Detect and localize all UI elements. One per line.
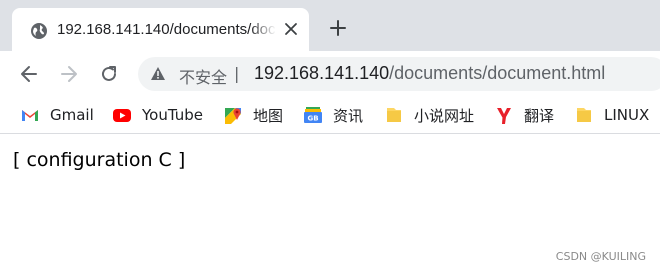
folder-icon bbox=[577, 108, 591, 122]
folder-icon bbox=[387, 108, 401, 122]
bookmark-label: 资讯 bbox=[333, 106, 364, 125]
back-arrow-icon[interactable] bbox=[18, 63, 40, 85]
bookmark-maps[interactable]: 地图 bbox=[223, 104, 283, 126]
bookmark-label: 地图 bbox=[253, 106, 284, 125]
forward-arrow-icon[interactable] bbox=[58, 63, 80, 85]
bookmark-label: YouTube bbox=[142, 106, 203, 124]
bookmark-label: Gmail bbox=[50, 106, 94, 124]
bookmark-novels[interactable]: 小说网址 bbox=[384, 104, 474, 126]
bookmark-translate[interactable]: 翻译 bbox=[494, 104, 554, 126]
bookmark-label: 小说网址 bbox=[414, 106, 475, 125]
youtube-icon bbox=[113, 109, 131, 122]
reload-icon[interactable] bbox=[98, 63, 120, 85]
maps-icon bbox=[225, 108, 241, 124]
tab-strip: 192.168.141.140/documents/document.html bbox=[0, 0, 660, 51]
url-path: /documents/document.html bbox=[389, 63, 606, 83]
warning-icon[interactable] bbox=[150, 66, 166, 81]
security-label[interactable]: 不安全 bbox=[179, 64, 227, 88]
url-text[interactable]: 192.168.141.140/documents/document.html bbox=[254, 63, 605, 84]
globe-icon bbox=[31, 23, 47, 39]
translate-icon bbox=[497, 108, 511, 124]
bookmark-label: 翻译 bbox=[524, 106, 555, 125]
bookmark-linux[interactable]: LINUX bbox=[574, 104, 649, 126]
bookmark-gmail[interactable]: Gmail bbox=[20, 104, 94, 126]
gmail-icon bbox=[22, 110, 38, 121]
svg-text:GB: GB bbox=[307, 115, 318, 123]
plus-icon[interactable] bbox=[328, 18, 348, 38]
bookmark-news[interactable]: GB 资讯 bbox=[303, 104, 363, 126]
active-tab[interactable]: 192.168.141.140/documents/document.html bbox=[12, 8, 309, 51]
browser-toolbar: 不安全 | 192.168.141.140/documents/document… bbox=[0, 51, 660, 96]
document-text: [ configuration C ] bbox=[13, 149, 186, 171]
news-icon: GB bbox=[304, 107, 322, 123]
bookmark-youtube[interactable]: YouTube bbox=[112, 104, 203, 126]
url-host: 192.168.141.140 bbox=[254, 63, 390, 83]
close-icon[interactable] bbox=[282, 20, 300, 38]
bookmark-label: LINUX bbox=[604, 106, 650, 124]
address-bar[interactable]: 不安全 | 192.168.141.140/documents/document… bbox=[138, 57, 660, 91]
bookmarks-bar: Gmail YouTube 地图 GB 资讯 小说网址 翻译 LINUX bbox=[0, 96, 660, 134]
watermark: CSDN @KUILING bbox=[555, 250, 646, 263]
page-content: [ configuration C ] CSDN @KUILING bbox=[0, 135, 660, 270]
security-divider: | bbox=[234, 64, 240, 83]
tab-title: 192.168.141.140/documents/document.html bbox=[57, 21, 276, 38]
